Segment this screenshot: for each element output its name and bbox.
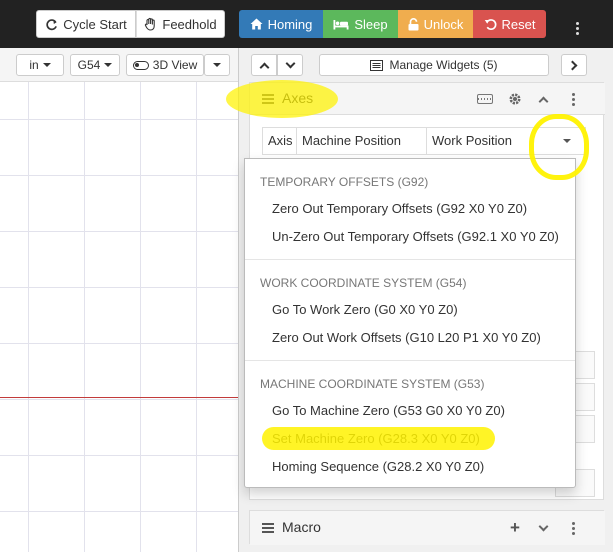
visualizer-toolbar: in G54 3D View: [0, 48, 238, 82]
visualizer-grid[interactable]: [0, 82, 238, 552]
home-icon: [250, 18, 263, 30]
cycle-icon: [46, 18, 58, 30]
feedhold-button[interactable]: Feedhold: [136, 10, 225, 38]
machine-position-column-header: Machine Position: [297, 128, 427, 154]
expand-button[interactable]: [530, 518, 556, 538]
caret-down-icon: [213, 63, 221, 67]
chevron-down-icon: [538, 521, 548, 531]
chevron-right-icon: [567, 60, 578, 70]
view-options-dropdown[interactable]: [204, 54, 230, 76]
units-select[interactable]: in: [16, 54, 64, 76]
dropdown-divider: [245, 259, 575, 260]
axes-widget-header: Axes: [250, 83, 605, 115]
wcs-value: G54: [77, 58, 101, 72]
collapse-button[interactable]: [530, 89, 556, 109]
caret-down-icon: [42, 63, 51, 67]
work-position-column-header: Work Position: [432, 133, 512, 148]
undo-icon: [484, 18, 496, 30]
plus-icon: +: [510, 518, 520, 537]
work-position-dropdown-toggle[interactable]: [547, 128, 587, 154]
go-to-work-zero-item[interactable]: Go To Work Zero (G0 X0 Y0 Z0): [245, 296, 575, 324]
visualizer-panel: in G54 3D View: [0, 48, 238, 552]
toggle-icon: [132, 60, 149, 70]
chevron-up-icon: [259, 62, 269, 72]
x-axis-line: [0, 397, 238, 398]
hand-icon: [145, 17, 156, 31]
homing-button[interactable]: Homing: [239, 10, 323, 38]
cycle-start-button[interactable]: Cycle Start: [36, 10, 136, 38]
units-value: in: [29, 58, 39, 72]
keyboard-icon[interactable]: [472, 89, 498, 109]
manage-widgets-label: Manage Widgets (5): [389, 58, 498, 72]
macro-widget-title: Macro: [282, 519, 321, 535]
drag-handle-icon[interactable]: [262, 523, 274, 533]
cycle-start-label: Cycle Start: [63, 16, 127, 32]
widget-menu-icon[interactable]: [560, 89, 586, 109]
un-zero-out-temporary-offsets-item[interactable]: Un-Zero Out Temporary Offsets (G92.1 X0 …: [245, 223, 575, 251]
dropdown-section-header: TEMPORARY OFFSETS (G92): [260, 175, 429, 189]
scroll-down-button[interactable]: [277, 54, 303, 76]
sleep-button[interactable]: Sleep: [323, 10, 398, 38]
dropdown-divider: [245, 360, 575, 361]
dropdown-section-header: MACHINE COORDINATE SYSTEM (G53): [260, 377, 485, 391]
set-machine-zero-item[interactable]: Set Machine Zero (G28.3 X0 Y0 Z0): [245, 425, 575, 453]
unlock-icon: [408, 17, 419, 30]
3d-view-label: 3D View: [152, 58, 198, 72]
homing-label: Homing: [267, 16, 313, 32]
chevron-down-icon: [285, 58, 295, 68]
sleep-label: Sleep: [354, 16, 388, 32]
feedhold-label: Feedhold: [162, 16, 217, 32]
gear-icon[interactable]: [502, 89, 528, 109]
unlock-button[interactable]: Unlock: [398, 10, 473, 38]
go-to-machine-zero-item[interactable]: Go To Machine Zero (G53 G0 X0 Y0 Z0): [245, 397, 575, 425]
unlock-label: Unlock: [423, 16, 464, 32]
homing-sequence-item[interactable]: Homing Sequence (G28.2 X0 Y0 Z0): [245, 453, 575, 481]
add-macro-button[interactable]: +: [502, 518, 528, 538]
more-menu-icon[interactable]: [568, 12, 586, 36]
bed-icon: [333, 19, 349, 29]
widget-menu-icon[interactable]: [560, 518, 586, 538]
work-position-dropdown-menu: TEMPORARY OFFSETS (G92) Zero Out Tempora…: [244, 158, 576, 488]
manage-widgets-button[interactable]: Manage Widgets (5): [319, 54, 549, 76]
chevron-up-icon: [538, 96, 548, 106]
scroll-up-button[interactable]: [251, 54, 277, 76]
macro-widget: Macro +: [249, 510, 605, 545]
dropdown-section-header: WORK COORDINATE SYSTEM (G54): [260, 276, 467, 290]
drag-handle-icon[interactable]: [262, 94, 274, 104]
axis-column-header: Axis: [263, 128, 297, 154]
wcs-select[interactable]: G54: [70, 54, 120, 76]
top-toolbar: Cycle Start Feedhold Homing Sleep Unlock: [0, 0, 613, 48]
toggle-panel-button[interactable]: [561, 54, 587, 76]
caret-down-icon: [563, 139, 571, 143]
axes-widget-title: Axes: [282, 90, 314, 106]
list-icon: [370, 59, 384, 71]
reset-button[interactable]: Reset: [473, 10, 546, 38]
caret-down-icon: [104, 63, 113, 67]
reset-label: Reset: [501, 16, 536, 32]
zero-out-work-offsets-item[interactable]: Zero Out Work Offsets (G10 L20 P1 X0 Y0 …: [245, 324, 575, 352]
3d-view-toggle[interactable]: 3D View: [126, 54, 204, 76]
axes-table-header: Axis Machine Position Work Position: [262, 127, 586, 155]
zero-out-temporary-offsets-item[interactable]: Zero Out Temporary Offsets (G92 X0 Y0 Z0…: [245, 195, 575, 223]
macro-widget-header: Macro +: [250, 511, 605, 545]
